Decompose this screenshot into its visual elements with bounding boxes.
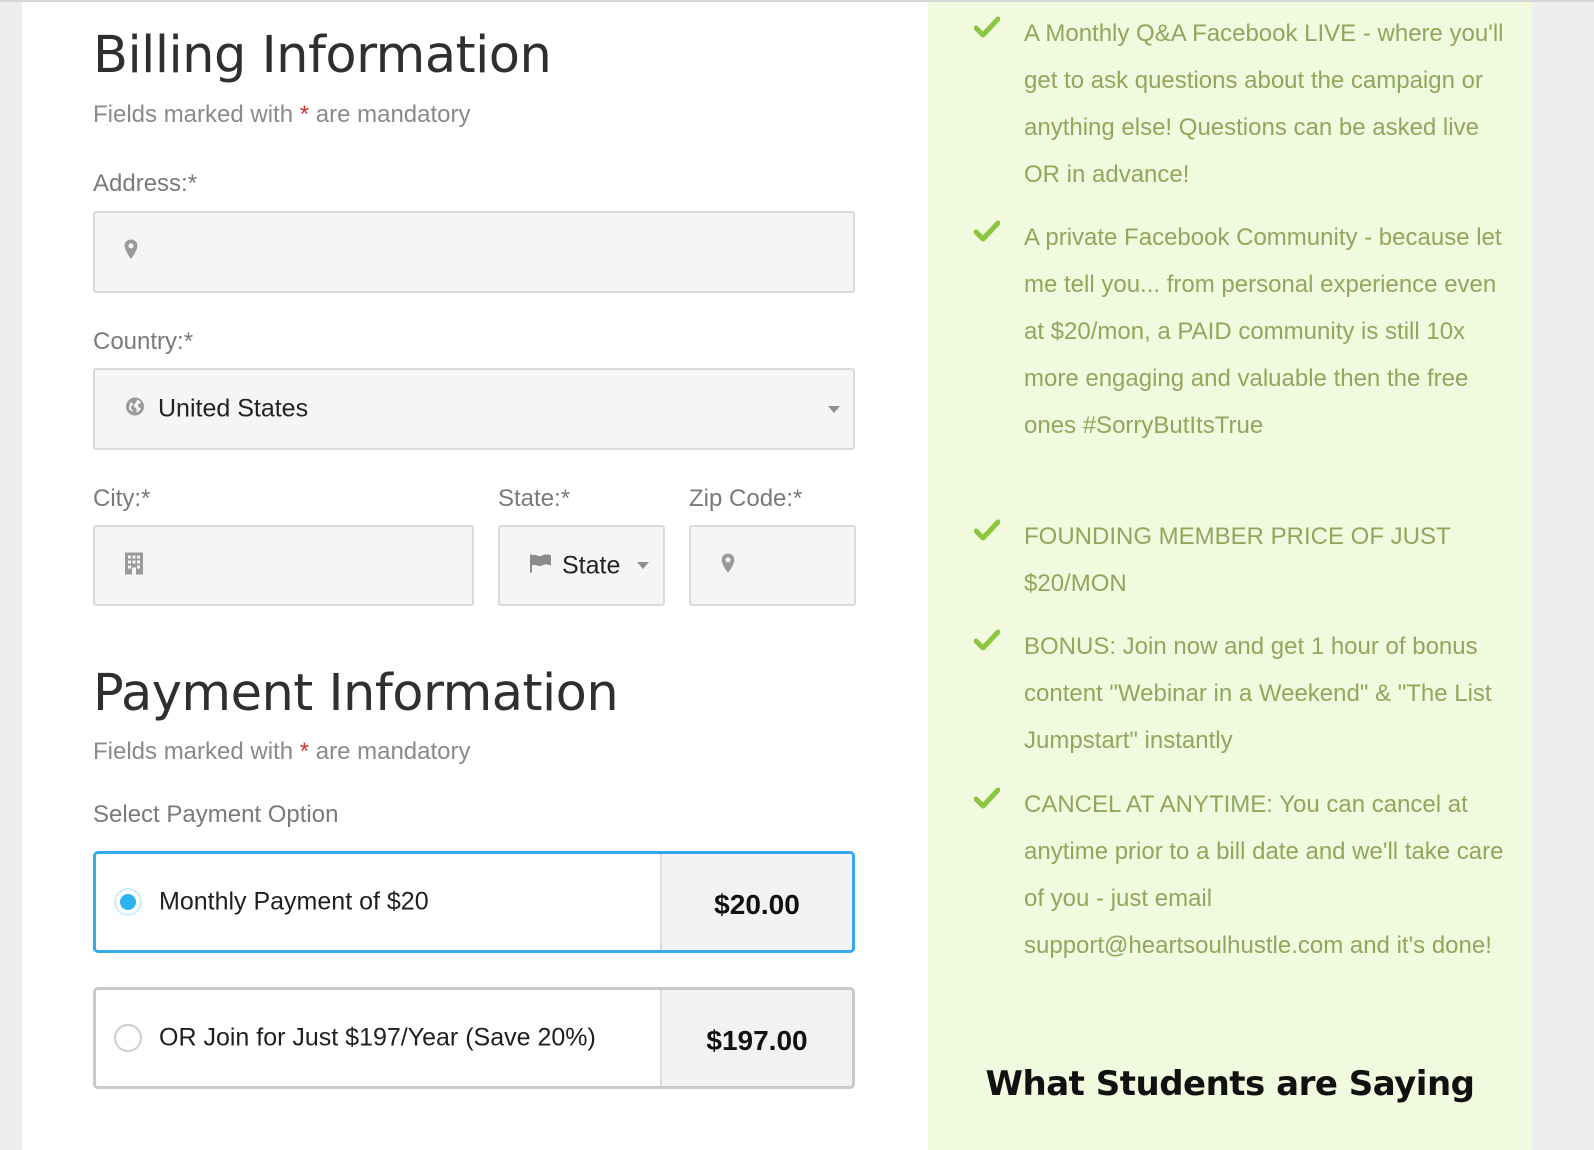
flag-icon — [530, 553, 552, 577]
map-marker-icon — [123, 239, 139, 266]
city-field[interactable] — [93, 525, 474, 606]
billing-mandatory-note: Fields marked with * are mandatory — [93, 101, 471, 128]
check-icon — [973, 519, 1001, 546]
country-select[interactable]: United States — [93, 368, 855, 450]
check-icon — [973, 787, 1001, 814]
select-payment-label: Select Payment Option — [93, 801, 339, 828]
state-value: State — [562, 551, 621, 579]
check-icon — [973, 220, 1001, 247]
check-icon — [973, 16, 1001, 43]
country-label: Country:* — [93, 328, 194, 355]
payment-option-label: OR Join for Just $197/Year (Save 20%) — [159, 1023, 596, 1052]
benefit-text: CANCEL AT ANYTIME: You can cancel at any… — [1024, 791, 1504, 959]
chevron-down-icon — [637, 562, 649, 569]
benefit-text: A Monthly Q&A Facebook LIVE - where you'… — [1024, 20, 1504, 188]
payment-option-label: Monthly Payment of $20 — [159, 887, 429, 916]
address-field[interactable] — [93, 211, 855, 293]
radio-button[interactable] — [114, 888, 142, 916]
benefit-text: BONUS: Join now and get 1 hour of bonus … — [1024, 633, 1492, 754]
zip-label: Zip Code:* — [689, 485, 803, 512]
globe-icon — [125, 397, 145, 422]
payment-option-amount: $197.00 — [660, 990, 852, 1086]
zip-field[interactable] — [689, 525, 856, 606]
payment-mandatory-note: Fields marked with * are mandatory — [93, 738, 471, 765]
check-icon — [973, 629, 1001, 656]
payment-option-yearly[interactable]: OR Join for Just $197/Year (Save 20%) $1… — [93, 987, 855, 1089]
city-label: City:* — [93, 485, 151, 512]
country-value: United States — [158, 394, 309, 423]
benefit-text: A private Facebook Community - because l… — [1024, 224, 1502, 439]
state-label: State:* — [498, 485, 571, 512]
chevron-down-icon — [828, 406, 840, 413]
testimonials-heading: What Students are Saying — [985, 1064, 1475, 1104]
payment-title: Payment Information — [93, 664, 619, 723]
billing-title: Billing Information — [93, 26, 552, 85]
required-star: * — [299, 101, 310, 128]
payment-option-amount: $20.00 — [660, 854, 852, 950]
state-select[interactable]: State — [498, 525, 665, 606]
address-label: Address:* — [93, 170, 198, 197]
map-marker-icon — [720, 552, 736, 579]
payment-option-monthly[interactable]: Monthly Payment of $20 $20.00 — [93, 851, 855, 953]
required-star: * — [299, 738, 310, 765]
building-icon — [125, 552, 143, 579]
radio-button[interactable] — [114, 1024, 142, 1052]
benefit-text: FOUNDING MEMBER PRICE OF JUST $20/MON — [1024, 523, 1451, 597]
